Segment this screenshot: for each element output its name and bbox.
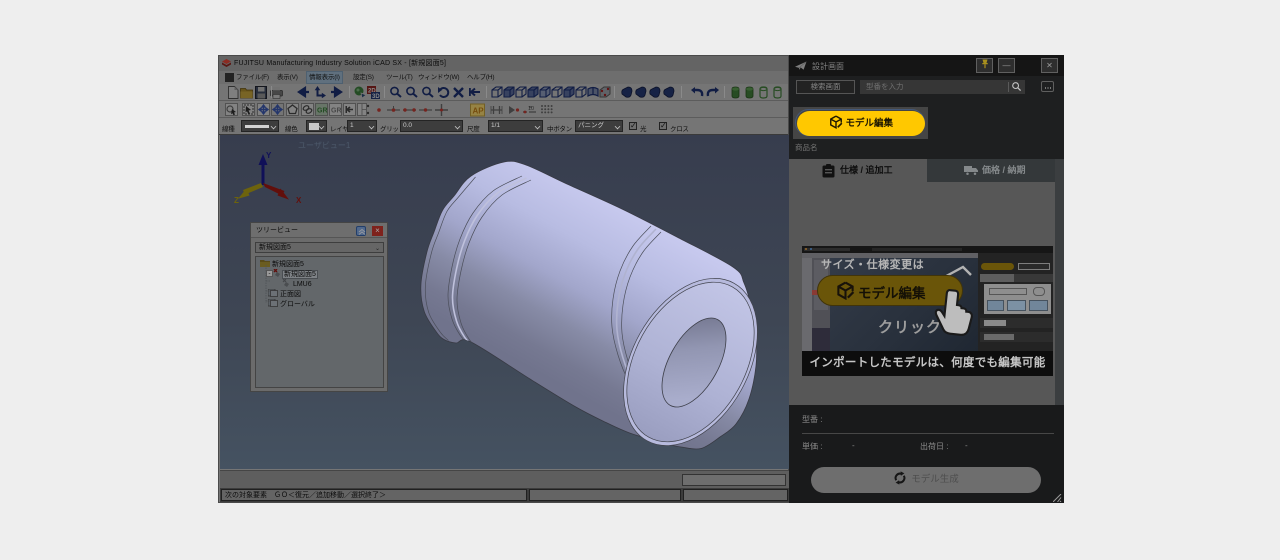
- svg-text:GR: GR: [317, 108, 328, 115]
- svg-text:GR: GR: [331, 108, 342, 115]
- svg-text:3D: 3D: [372, 94, 380, 99]
- svg-text:10: 10: [528, 106, 534, 112]
- svg-text:AP: AP: [473, 107, 485, 116]
